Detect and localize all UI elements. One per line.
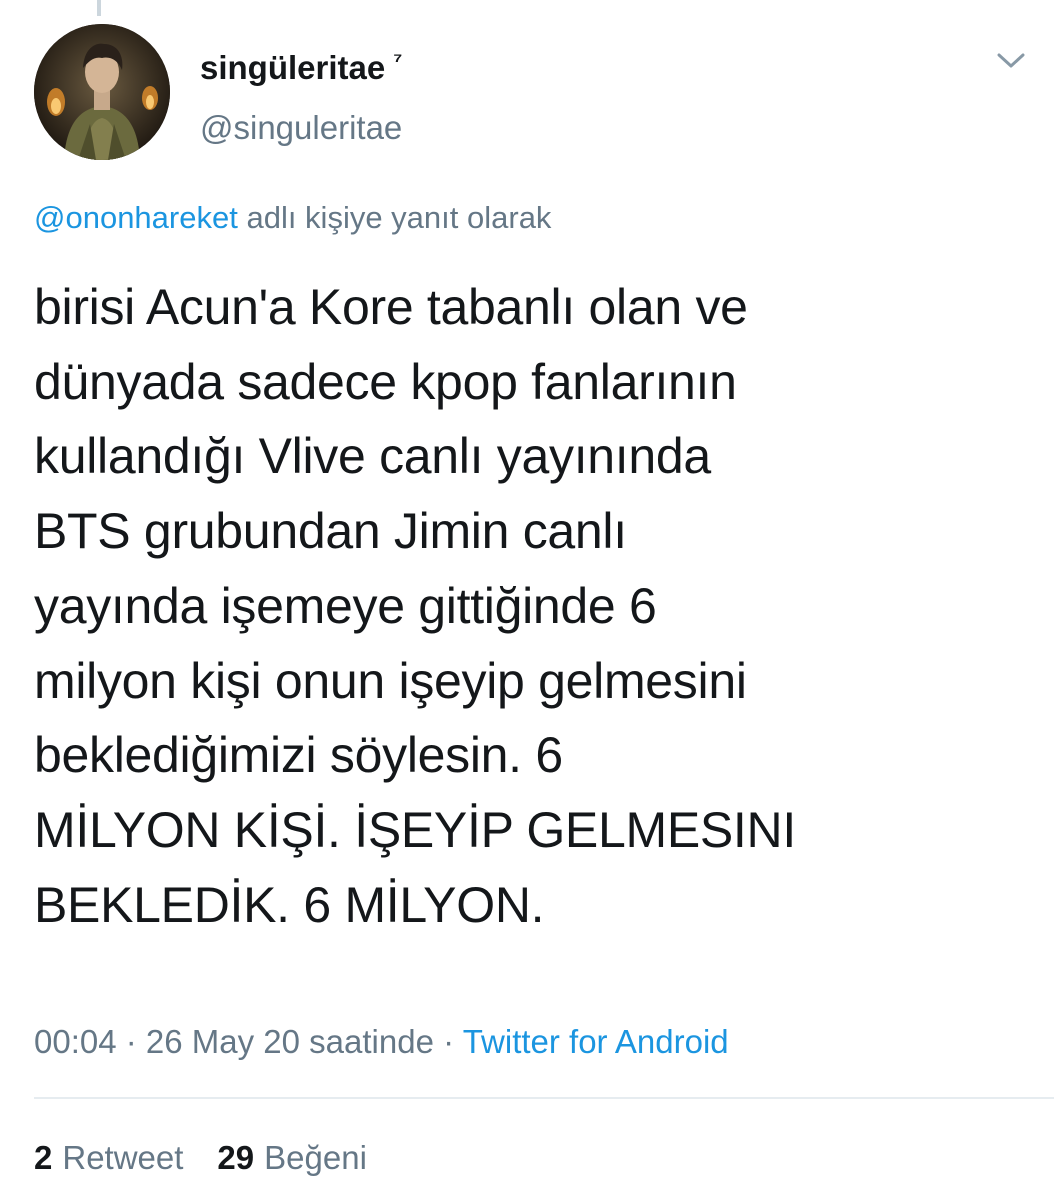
tweet-text-line: milyon kişi onun işeyip gelmesini [34,652,747,709]
reply-mention-link[interactable]: @ononhareket [34,200,238,235]
meta-separator: · [116,1023,146,1060]
tweet-header: singüleritae ⁷ @singuleritae [34,24,1026,164]
thread-connector-line [97,0,101,16]
likes-stat[interactable]: 29 Beğeni [217,1136,366,1180]
likes-label: Beğeni [264,1139,367,1176]
user-handle[interactable]: @singuleritae [200,108,402,148]
user-info: singüleritae ⁷ @singuleritae [200,48,402,148]
retweets-stat[interactable]: 2 Retweet [34,1136,183,1180]
tweet-text-line: BTS grubundan Jimin canlı [34,503,627,560]
tweet-text-line: beklediğimizi söylesin. 6 [34,727,563,784]
tweet-text-line: MİLYON KİŞİ. İŞEYİP GELMESINI [34,801,796,858]
tweet-text-line: kullandığı Vlive canlı yayınında [34,428,711,485]
tweet-text-line: dünyada sadece kpop fanlarının [34,353,737,410]
more-options-button[interactable] [996,50,1026,72]
display-name[interactable]: singüleritae ⁷ [200,48,402,88]
display-name-text: singüleritae [200,49,386,86]
divider [34,1097,1054,1099]
tweet-text-line: yayında işemeye gittiğinde 6 [34,577,657,634]
reply-context-suffix: adlı kişiye yanıt olarak [237,200,552,235]
tweet-text-line: birisi Acun'a Kore tabanlı olan ve [34,279,748,335]
tweet-meta: 00:04 · 26 May 20 saatinde · Twitter for… [34,1020,729,1064]
reply-context: @ononhareket adlı kişiye yanıt olarak [34,198,551,238]
tweet-source-link[interactable]: Twitter for Android [463,1023,729,1060]
avatar[interactable] [34,24,170,160]
tweet-date[interactable]: 26 May 20 saatinde [146,1023,434,1060]
retweets-count: 2 [34,1139,53,1176]
chevron-down-icon [997,53,1025,68]
retweets-label: Retweet [62,1139,184,1176]
tweet-text: birisi Acun'a Kore tabanlı olan ve dünya… [34,270,1024,942]
name-badge: ⁷ [393,48,403,73]
tweet-time[interactable]: 00:04 [34,1023,117,1060]
tweet-stats: 2 Retweet 29 Beğeni [34,1136,367,1180]
avatar-image [34,24,170,160]
meta-separator: · [433,1023,463,1060]
tweet-text-line: BEKLEDİK. 6 MİLYON. [34,876,545,933]
likes-count: 29 [217,1139,255,1176]
